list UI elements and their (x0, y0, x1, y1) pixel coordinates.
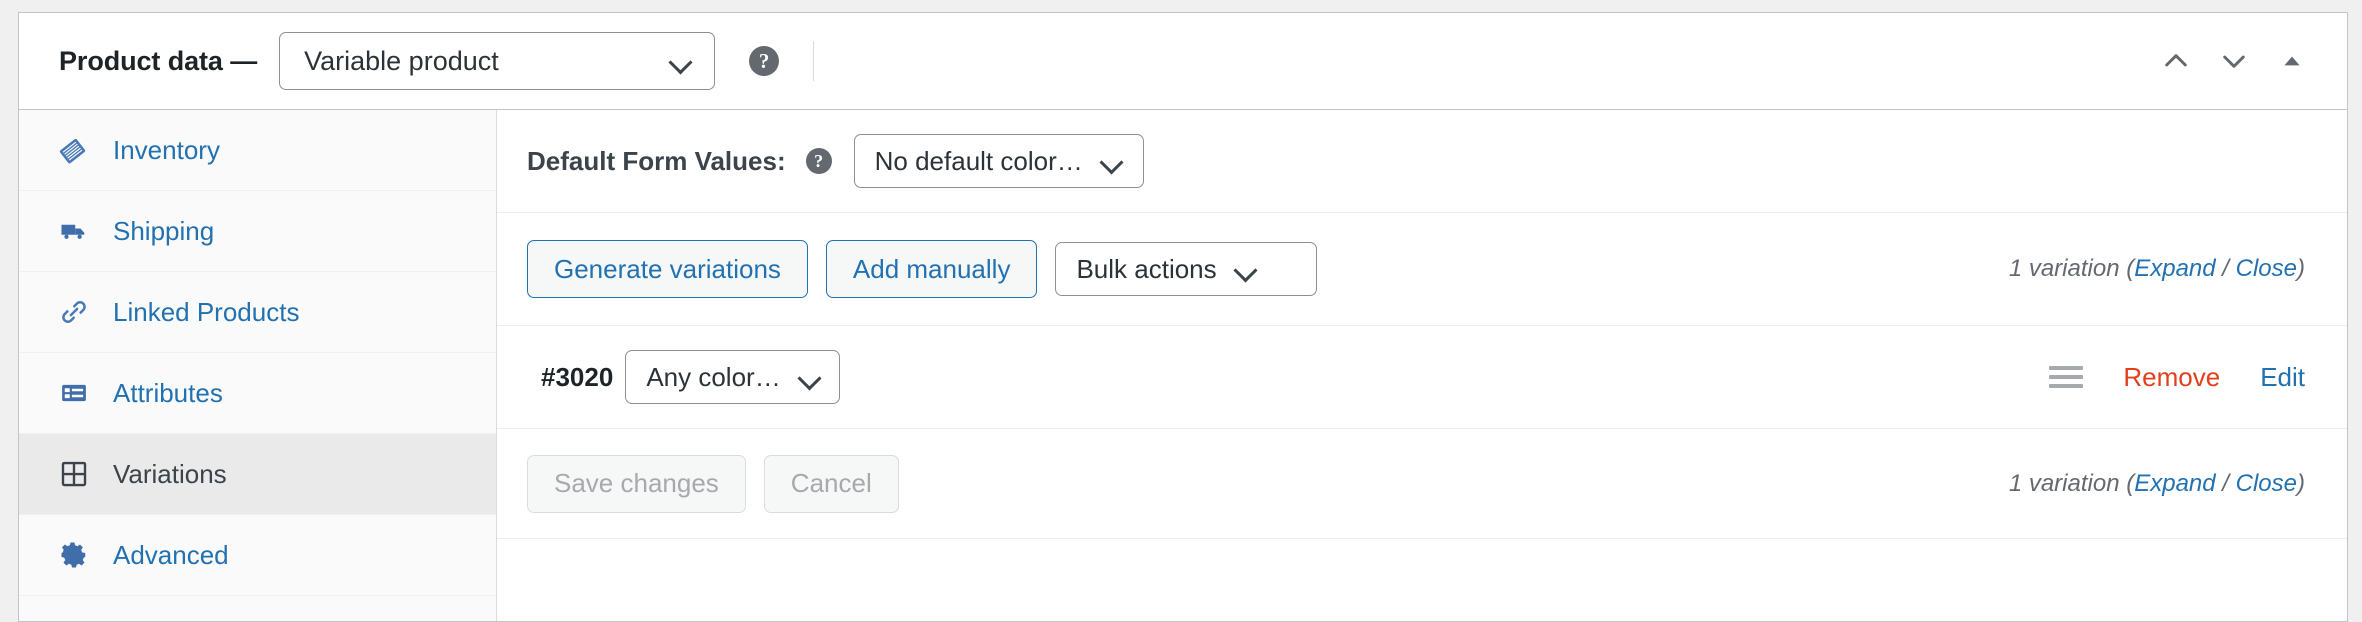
expand-link[interactable]: Expand (2134, 255, 2215, 282)
handle-bar (2049, 375, 2084, 379)
variations-count-bottom: 1 variation (Expand / Close) (2009, 470, 2305, 498)
product-data-metabox: Product data — Variable product ? Invent… (18, 12, 2348, 622)
link-separator: / (2215, 469, 2236, 497)
bulk-actions-value: Bulk actions (1076, 253, 1217, 284)
variation-attribute-select[interactable]: Any color… (625, 350, 840, 404)
sidebar-item-shipping[interactable]: Shipping (19, 191, 496, 272)
help-circle-icon[interactable]: ? (805, 148, 832, 174)
default-form-values-label: Default Form Values: (527, 145, 786, 176)
chevron-up-icon (2160, 45, 2192, 77)
add-manually-button[interactable]: Add manually (825, 240, 1038, 298)
chevron-down-icon (1101, 150, 1123, 172)
triangle-up-icon (2279, 48, 2305, 74)
panel-filler (497, 539, 2347, 621)
paren-close: ) (2297, 469, 2305, 497)
metabox-body: Inventory Shipping Linked Products Attri… (19, 110, 2347, 621)
variation-row: #3020 Any color… Remove Edit (497, 326, 2347, 429)
handle-bar (2049, 384, 2084, 388)
chevron-down-icon (799, 366, 821, 388)
variations-panel: Default Form Values: ? No default color…… (497, 110, 2347, 621)
sidebar-item-advanced[interactable]: Advanced (19, 515, 496, 596)
link-icon (57, 295, 91, 329)
truck-icon (57, 214, 91, 248)
variations-toolbar-row: Generate variations Add manually Bulk ac… (497, 213, 2347, 326)
cancel-button[interactable]: Cancel (763, 454, 899, 513)
variations-count-text: 1 variation (2008, 255, 2120, 282)
close-link[interactable]: Close (2236, 255, 2297, 282)
default-attribute-value: No default color… (874, 145, 1083, 176)
default-form-values-row: Default Form Values: ? No default color… (497, 110, 2347, 213)
variation-id: #3020 (541, 361, 614, 392)
header-divider (813, 41, 815, 81)
grid-icon (57, 457, 91, 491)
variations-count-text: 1 variation (2008, 469, 2120, 497)
metabox-header: Product data — Variable product ? (19, 13, 2347, 110)
remove-variation-link[interactable]: Remove (2123, 362, 2220, 393)
toggle-panel-button[interactable] (2263, 32, 2321, 90)
product-data-tabs: Inventory Shipping Linked Products Attri… (19, 110, 497, 621)
sidebar-item-label: Variations (113, 458, 227, 489)
sidebar-item-label: Linked Products (113, 296, 300, 327)
default-attribute-select[interactable]: No default color… (853, 134, 1144, 188)
sidebar-item-label: Inventory (113, 134, 220, 165)
chevron-down-icon (670, 50, 692, 72)
archive-tag-icon (57, 133, 91, 167)
sidebar-item-linked-products[interactable]: Linked Products (19, 272, 496, 353)
list-view-icon (57, 376, 91, 410)
expand-link[interactable]: Expand (2134, 470, 2215, 497)
chevron-down-icon (2218, 45, 2250, 77)
move-down-button[interactable] (2205, 32, 2263, 90)
gear-icon (57, 538, 91, 572)
sidebar-item-variations[interactable]: Variations (19, 434, 496, 515)
product-type-select[interactable]: Variable product (279, 32, 716, 90)
handle-bar (2049, 366, 2084, 370)
save-changes-button[interactable]: Save changes (527, 454, 746, 513)
sidebar-item-label: Attributes (113, 377, 223, 408)
close-link[interactable]: Close (2236, 470, 2297, 497)
paren-close: ) (2297, 255, 2305, 282)
variations-actions-row: Save changes Cancel 1 variation (Expand … (497, 429, 2347, 539)
variations-count-top: 1 variation (Expand / Close) (2009, 255, 2305, 283)
page-title: Product data — (59, 45, 258, 76)
bulk-actions-select[interactable]: Bulk actions (1055, 242, 1318, 296)
variation-attribute-value: Any color… (646, 361, 781, 392)
product-type-value: Variable product (304, 45, 499, 76)
drag-handle-icon[interactable] (2049, 362, 2084, 392)
metabox-order-controls (2147, 32, 2321, 90)
help-circle-icon[interactable]: ? (749, 46, 780, 76)
chevron-down-icon (1235, 258, 1257, 280)
sidebar-item-attributes[interactable]: Attributes (19, 353, 496, 434)
sidebar-item-label: Advanced (113, 539, 229, 570)
move-up-button[interactable] (2147, 32, 2205, 90)
generate-variations-button[interactable]: Generate variations (527, 240, 808, 298)
edit-variation-link[interactable]: Edit (2260, 362, 2305, 393)
sidebar-item-label: Shipping (113, 215, 215, 246)
link-separator: / (2215, 255, 2236, 282)
sidebar-item-inventory[interactable]: Inventory (19, 110, 496, 191)
